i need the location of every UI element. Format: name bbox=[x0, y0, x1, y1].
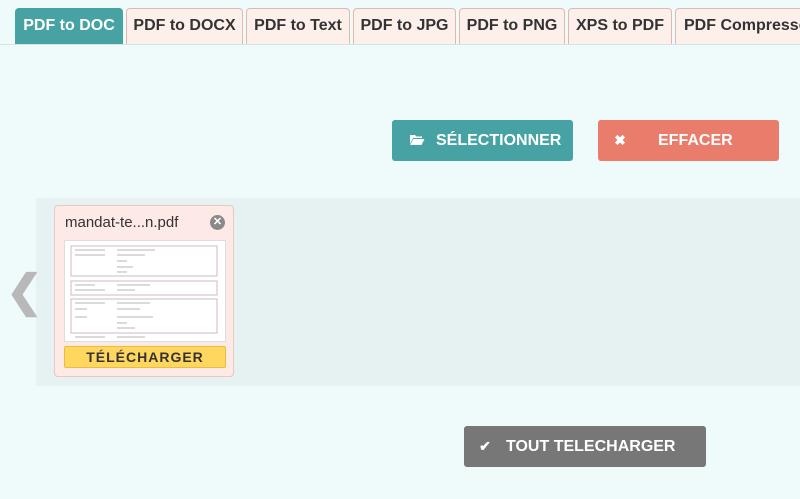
tab-xps-to-pdf[interactable]: XPS to PDF bbox=[568, 8, 672, 44]
clear-button-label: EFFACER bbox=[658, 131, 733, 149]
tab-pdf-to-doc[interactable]: PDF to DOC bbox=[15, 8, 123, 44]
download-all-button[interactable]: ✔ TOUT TELECHARGER bbox=[464, 426, 706, 467]
tab-pdf-to-text[interactable]: PDF to Text bbox=[246, 8, 350, 44]
select-button[interactable]: SÉLECTIONNER bbox=[392, 120, 573, 161]
close-circle-icon[interactable]: ✕ bbox=[210, 215, 225, 230]
tab-pdf-to-docx[interactable]: PDF to DOCX bbox=[126, 8, 243, 44]
file-name: mandat-te...n.pdf bbox=[65, 214, 179, 231]
conversion-tabs: PDF to DOC PDF to DOCX PDF to Text PDF t… bbox=[0, 0, 800, 45]
tab-pdf-to-png[interactable]: PDF to PNG bbox=[459, 8, 565, 44]
download-button[interactable]: TÉLÉCHARGER bbox=[64, 346, 226, 368]
clear-button[interactable]: ✖ EFFACER bbox=[598, 120, 779, 161]
tab-pdf-compressor[interactable]: PDF Compressor bbox=[675, 8, 800, 44]
times-icon: ✖ bbox=[614, 132, 626, 148]
folder-open-icon bbox=[392, 133, 436, 149]
file-card: mandat-te...n.pdf ✕ TÉLÉCHARGER bbox=[54, 205, 234, 377]
chevron-left-icon[interactable]: ❮ bbox=[6, 270, 43, 314]
tab-pdf-to-jpg[interactable]: PDF to JPG bbox=[353, 8, 456, 44]
file-thumbnail bbox=[64, 240, 226, 342]
download-all-label: TOUT TELECHARGER bbox=[506, 437, 676, 455]
select-button-label: SÉLECTIONNER bbox=[436, 131, 562, 149]
check-icon: ✔ bbox=[479, 438, 491, 454]
